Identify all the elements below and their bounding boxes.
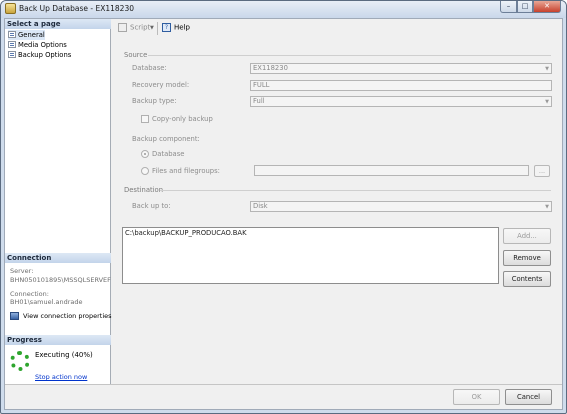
script-button[interactable]: Script	[118, 23, 150, 32]
select-page-header: Select a page	[5, 19, 111, 29]
cancel-button[interactable]: Cancel	[505, 389, 552, 405]
server-label: Server:	[10, 267, 34, 275]
connection-header: Connection	[5, 253, 111, 263]
connection-label: Connection:	[10, 290, 49, 298]
source-divider	[148, 55, 551, 56]
destination-list[interactable]: C:\backup\BACKUP_PRODUCAO.BAK	[122, 227, 499, 284]
left-pane	[5, 19, 111, 384]
database-combo[interactable]: EX118230 ▼	[250, 63, 552, 74]
remove-destination-button[interactable]: Remove	[503, 250, 551, 266]
script-icon	[118, 23, 127, 32]
page-icon	[8, 50, 16, 58]
page-item-general[interactable]: General	[8, 30, 45, 40]
progress-spinner-icon	[10, 351, 30, 371]
page-item-label: General	[18, 31, 45, 39]
connection-value: BH01\samuel.andrade	[10, 298, 83, 306]
component-database-radio[interactable]	[141, 150, 149, 158]
backup-component-label: Backup component:	[132, 135, 200, 143]
close-button[interactable]: ✕	[533, 1, 561, 13]
maximize-button[interactable]: □	[517, 1, 533, 13]
backup-to-value: Disk	[253, 202, 268, 210]
component-files-radio[interactable]	[141, 167, 149, 175]
stop-action-link[interactable]: Stop action now	[35, 373, 87, 381]
page-icon	[8, 30, 16, 38]
toolbar-separator	[157, 22, 158, 35]
component-files-label: Files and filegroups:	[152, 167, 220, 175]
footer-divider	[5, 384, 562, 385]
backup-to-combo[interactable]: Disk ▼	[250, 201, 552, 212]
help-label: Help	[174, 23, 190, 32]
properties-icon	[10, 312, 19, 320]
backup-type-value: Full	[253, 97, 265, 105]
filegroups-field[interactable]	[254, 165, 529, 176]
copy-only-checkbox[interactable]	[141, 115, 149, 123]
help-button[interactable]: ? Help	[162, 23, 190, 32]
list-item[interactable]: C:\backup\BACKUP_PRODUCAO.BAK	[125, 229, 496, 237]
server-value: BHN050101895\MSSQLSERVEF	[10, 276, 111, 284]
database-app-icon	[5, 3, 16, 14]
chevron-down-icon: ▼	[545, 204, 549, 210]
source-group-label: Source	[124, 51, 148, 59]
contents-button[interactable]: Contents	[503, 271, 551, 287]
page-item-backup-options[interactable]: Backup Options	[8, 50, 71, 60]
help-icon: ?	[162, 23, 171, 32]
script-label: Script	[130, 23, 151, 32]
destination-divider	[160, 190, 551, 191]
recovery-model-label: Recovery model:	[132, 81, 190, 89]
ok-button[interactable]: OK	[453, 389, 500, 405]
browse-filegroups-button[interactable]: ...	[534, 165, 550, 177]
page-icon	[8, 40, 16, 48]
page-item-label: Media Options	[18, 41, 67, 49]
progress-header: Progress	[5, 335, 111, 345]
minimize-button[interactable]: –	[500, 1, 517, 13]
view-connection-label: View connection properties	[23, 312, 112, 320]
database-label: Database:	[132, 64, 167, 72]
destination-group-label: Destination	[124, 186, 164, 194]
window-title: Back Up Database - EX118230	[19, 4, 134, 13]
view-connection-properties-link[interactable]: View connection properties	[10, 312, 112, 320]
component-database-label: Database	[152, 150, 185, 158]
backup-type-label: Backup type:	[132, 97, 177, 105]
chevron-down-icon: ▼	[545, 99, 549, 105]
database-value: EX118230	[253, 64, 288, 72]
recovery-model-field: FULL	[250, 80, 552, 91]
page-item-media-options[interactable]: Media Options	[8, 40, 67, 50]
progress-status: Executing (40%)	[35, 351, 93, 359]
backup-type-combo[interactable]: Full ▼	[250, 96, 552, 107]
page-item-label: Backup Options	[18, 51, 72, 59]
backup-to-label: Back up to:	[132, 202, 171, 210]
chevron-down-icon: ▼	[545, 66, 549, 72]
script-dropdown-arrow-icon[interactable]: ▼	[150, 25, 154, 31]
copy-only-label: Copy-only backup	[152, 115, 213, 123]
add-destination-button[interactable]: Add...	[503, 228, 551, 244]
